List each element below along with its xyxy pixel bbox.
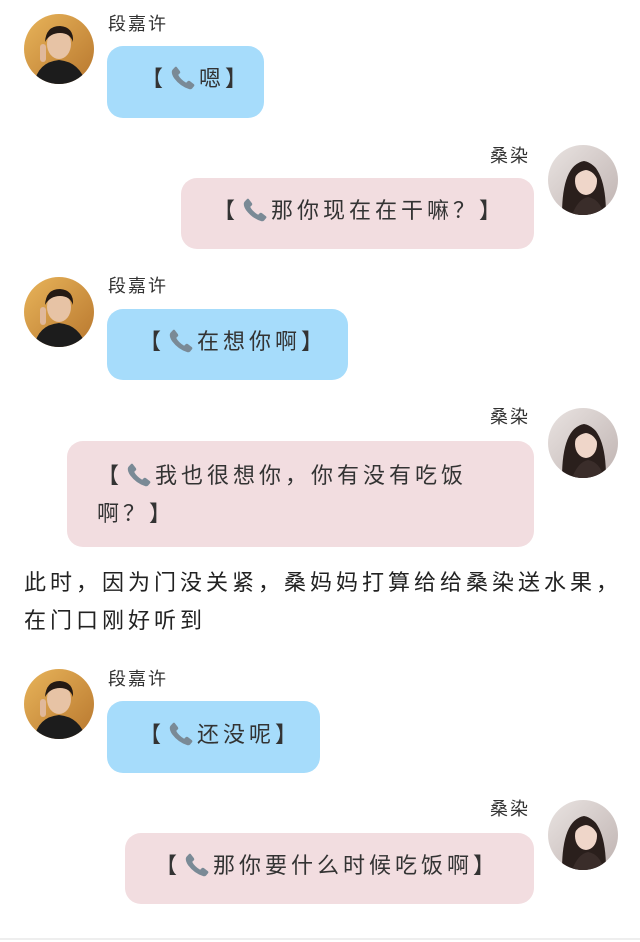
avatar-duan-jiaxu[interactable]	[24, 277, 94, 347]
bracket-open: 【	[213, 199, 240, 224]
bottom-divider	[0, 938, 640, 940]
bracket-open: 【	[141, 67, 168, 92]
narration-text: 此时，因为门没关紧，桑妈妈打算给给桑染送水果，在门口刚好听到	[24, 571, 623, 634]
phone-icon	[125, 461, 153, 489]
message-bubble[interactable]: 【 那你要什么时候吃饭啊】	[125, 833, 534, 904]
message-text: 还没呢	[197, 723, 276, 748]
bracket-open: 【	[139, 723, 166, 748]
message-bubble[interactable]: 【 那你现在在干嘛？】	[181, 178, 534, 249]
phone-icon	[169, 64, 197, 92]
sender-name: 段嘉许	[108, 276, 168, 297]
phone-icon	[167, 327, 195, 355]
avatar-sang-ran[interactable]	[548, 800, 618, 870]
sender-name: 桑染	[490, 799, 530, 820]
bracket-open: 【	[155, 854, 182, 879]
sender-name: 桑染	[490, 146, 530, 167]
sender-name: 段嘉许	[108, 14, 168, 35]
sender-name: 段嘉许	[108, 669, 168, 690]
message-text: 那你要什么时候吃饭啊	[213, 854, 474, 879]
phone-icon	[241, 196, 269, 224]
avatar-duan-jiaxu[interactable]	[24, 14, 94, 84]
phone-icon	[183, 851, 211, 879]
bracket-close: 】	[225, 67, 252, 92]
bracket-close: 】	[149, 502, 176, 527]
bracket-close: 】	[473, 854, 500, 879]
bracket-close: 】	[479, 199, 506, 224]
bracket-open: 【	[139, 330, 166, 355]
avatar-sang-ran[interactable]	[548, 145, 618, 215]
message-text: 嗯	[199, 67, 226, 92]
message-text: 那你现在在干嘛？	[271, 199, 480, 224]
message-bubble[interactable]: 【我也很想你，你有没有吃饭啊？】	[67, 441, 534, 547]
phone-icon	[167, 720, 195, 748]
message-bubble[interactable]: 【 还没呢】	[107, 701, 320, 773]
avatar-sang-ran[interactable]	[548, 408, 618, 478]
message-bubble[interactable]: 【 嗯】	[107, 46, 264, 118]
message-text: 在想你啊	[197, 330, 302, 355]
bracket-open: 【	[97, 464, 124, 489]
message-bubble[interactable]: 【 在想你啊】	[107, 309, 348, 380]
sender-name: 桑染	[490, 407, 530, 428]
avatar-duan-jiaxu[interactable]	[24, 669, 94, 739]
bracket-close: 】	[301, 330, 328, 355]
bracket-close: 】	[275, 723, 302, 748]
